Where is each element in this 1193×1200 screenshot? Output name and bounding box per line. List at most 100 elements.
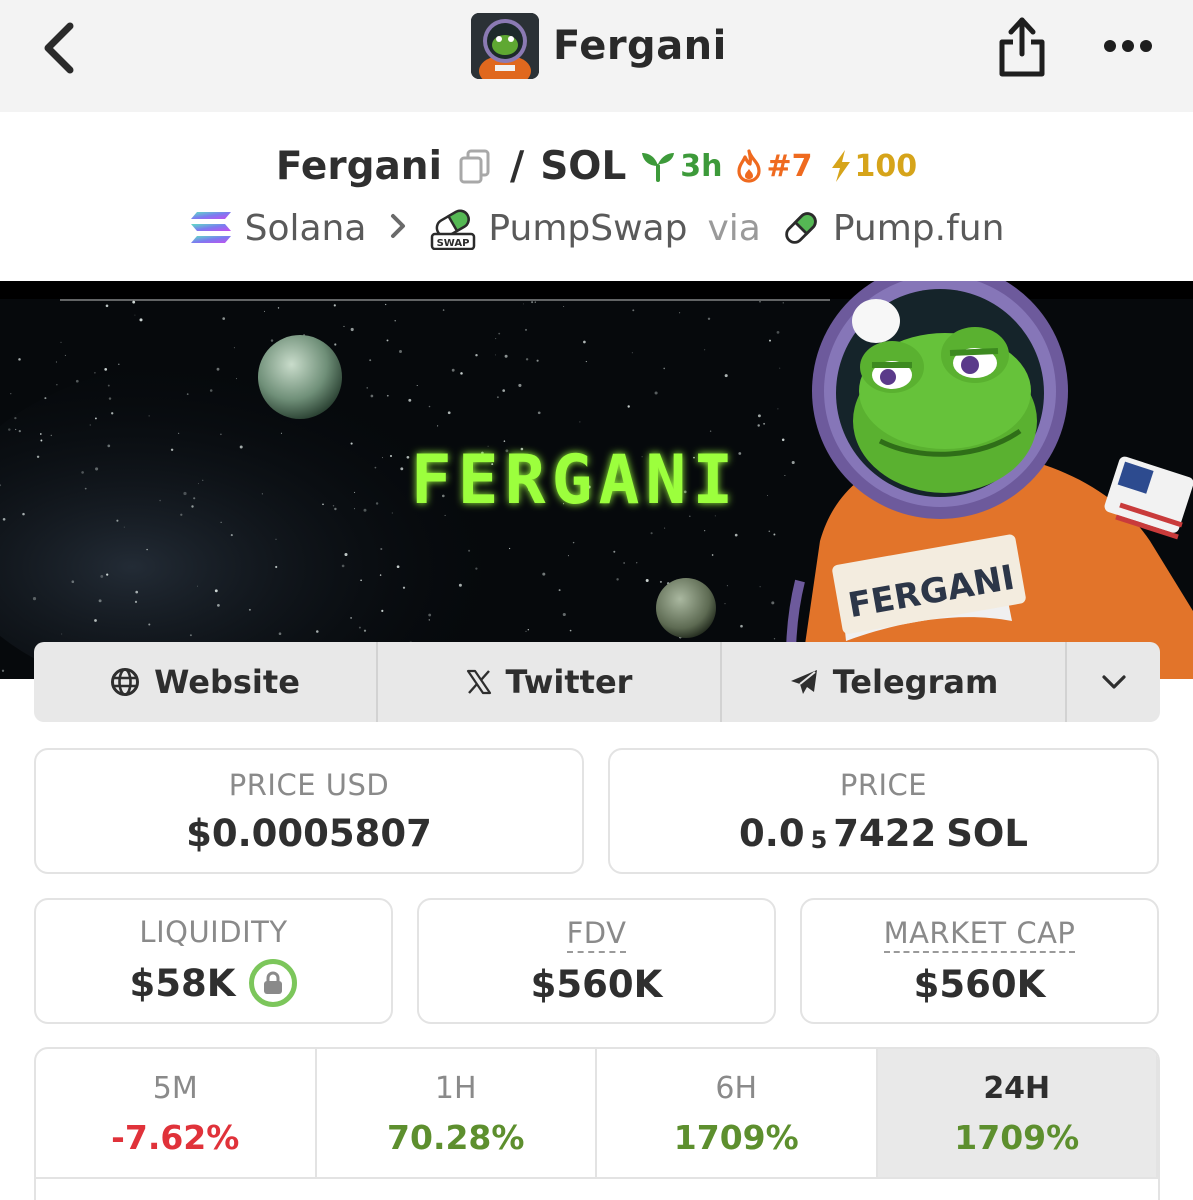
- pair-separator: /: [509, 143, 525, 189]
- star: [537, 411, 541, 415]
- star: [428, 619, 430, 621]
- star: [531, 301, 534, 304]
- solana-icon: [190, 212, 231, 243]
- back-button[interactable]: [30, 18, 86, 78]
- price-native-unit: SOL: [946, 811, 1028, 855]
- change-timeframe: 5M: [152, 1071, 198, 1106]
- change-tab-6h[interactable]: 6H 1709%: [597, 1049, 878, 1179]
- star: [191, 505, 194, 508]
- star: [428, 613, 432, 617]
- star: [498, 332, 501, 335]
- fdv-value: $560K: [530, 963, 663, 1006]
- star: [495, 354, 497, 356]
- change-tab-1h[interactable]: 1H 70.28%: [317, 1049, 597, 1179]
- star: [354, 491, 356, 493]
- star: [569, 629, 572, 632]
- change-timeframe: 24H: [983, 1071, 1051, 1106]
- star: [334, 507, 337, 511]
- boost-badge[interactable]: 100: [829, 149, 917, 184]
- chevron-down-icon: [1101, 675, 1126, 689]
- star: [408, 398, 412, 402]
- star: [322, 503, 324, 506]
- star: [332, 505, 335, 507]
- star: [220, 521, 222, 523]
- star: [442, 309, 445, 311]
- swap-badge-text: SWAP: [437, 238, 470, 249]
- star: [579, 421, 581, 423]
- star: [10, 393, 12, 395]
- fdv-label: FDV: [566, 916, 627, 953]
- star: [381, 457, 383, 459]
- star: [280, 432, 282, 434]
- liquidity-row: $58K: [130, 959, 298, 1007]
- change-tab-24h[interactable]: 24H 1709%: [877, 1049, 1158, 1179]
- star: [61, 633, 63, 635]
- copy-address-button[interactable]: [458, 148, 492, 184]
- star: [370, 394, 374, 398]
- star: [81, 471, 84, 474]
- star: [724, 603, 726, 605]
- more-links-dropdown[interactable]: [1067, 642, 1160, 722]
- telegram-link-button[interactable]: Telegram: [722, 642, 1067, 722]
- liquidity-lock-badge[interactable]: [249, 959, 298, 1007]
- star: [118, 363, 120, 366]
- star: [333, 304, 336, 307]
- star: [558, 589, 561, 592]
- market-cap-card[interactable]: MARKET CAP $560K: [800, 898, 1159, 1024]
- star: [334, 343, 337, 346]
- star: [350, 616, 353, 619]
- star: [39, 433, 42, 435]
- price-native-zero-count: 5: [810, 826, 828, 854]
- star: [98, 599, 102, 603]
- price-native-prefix: 0.0: [739, 811, 805, 855]
- star: [527, 629, 529, 631]
- star: [134, 314, 136, 316]
- nav-title: Fergani: [553, 23, 727, 69]
- star: [202, 479, 204, 481]
- twitter-link-button[interactable]: Twitter: [378, 642, 722, 722]
- star: [759, 300, 761, 303]
- dex-name: PumpSwap: [488, 207, 688, 249]
- star: [525, 630, 527, 633]
- change-value: 1709%: [673, 1118, 799, 1157]
- star: [1, 669, 5, 672]
- price-native-value: 0.0 5 7422 SOL: [739, 812, 1028, 855]
- star: [8, 428, 11, 431]
- flame-icon: [736, 149, 761, 183]
- star: [468, 549, 471, 552]
- pair-age-value: 3h: [680, 148, 723, 184]
- trending-rank-badge[interactable]: #7: [735, 149, 813, 184]
- dex-link[interactable]: SWAP PumpSwap: [430, 206, 687, 250]
- star: [343, 325, 345, 327]
- star: [740, 624, 743, 628]
- fdv-card[interactable]: FDV $560K: [417, 898, 776, 1024]
- share-icon: [999, 17, 1045, 77]
- star: [316, 630, 319, 633]
- star: [623, 562, 625, 564]
- share-button[interactable]: [994, 12, 1050, 80]
- star: [214, 589, 218, 593]
- price-usd-value: $0.0005807: [186, 811, 432, 855]
- star: [659, 580, 662, 583]
- star: [358, 626, 361, 629]
- more-options-button[interactable]: [1098, 22, 1158, 70]
- website-link-button[interactable]: Website: [34, 642, 378, 722]
- change-value: 1709%: [954, 1118, 1080, 1157]
- star: [60, 341, 62, 344]
- star: [148, 415, 150, 417]
- launchpad-link[interactable]: Pump.fun: [781, 208, 1004, 249]
- star: [180, 513, 183, 516]
- chain-link[interactable]: Solana: [189, 208, 366, 249]
- star: [350, 442, 353, 445]
- star: [75, 379, 79, 383]
- star: [502, 389, 506, 392]
- star: [777, 408, 779, 410]
- star: [380, 547, 383, 551]
- change-tab-5m[interactable]: 5M -7.62%: [36, 1049, 317, 1179]
- star: [196, 585, 199, 587]
- star: [40, 439, 43, 442]
- star: [341, 564, 345, 568]
- star: [44, 397, 47, 400]
- star: [562, 612, 566, 617]
- banner-logo-text: FERGANI: [411, 441, 740, 520]
